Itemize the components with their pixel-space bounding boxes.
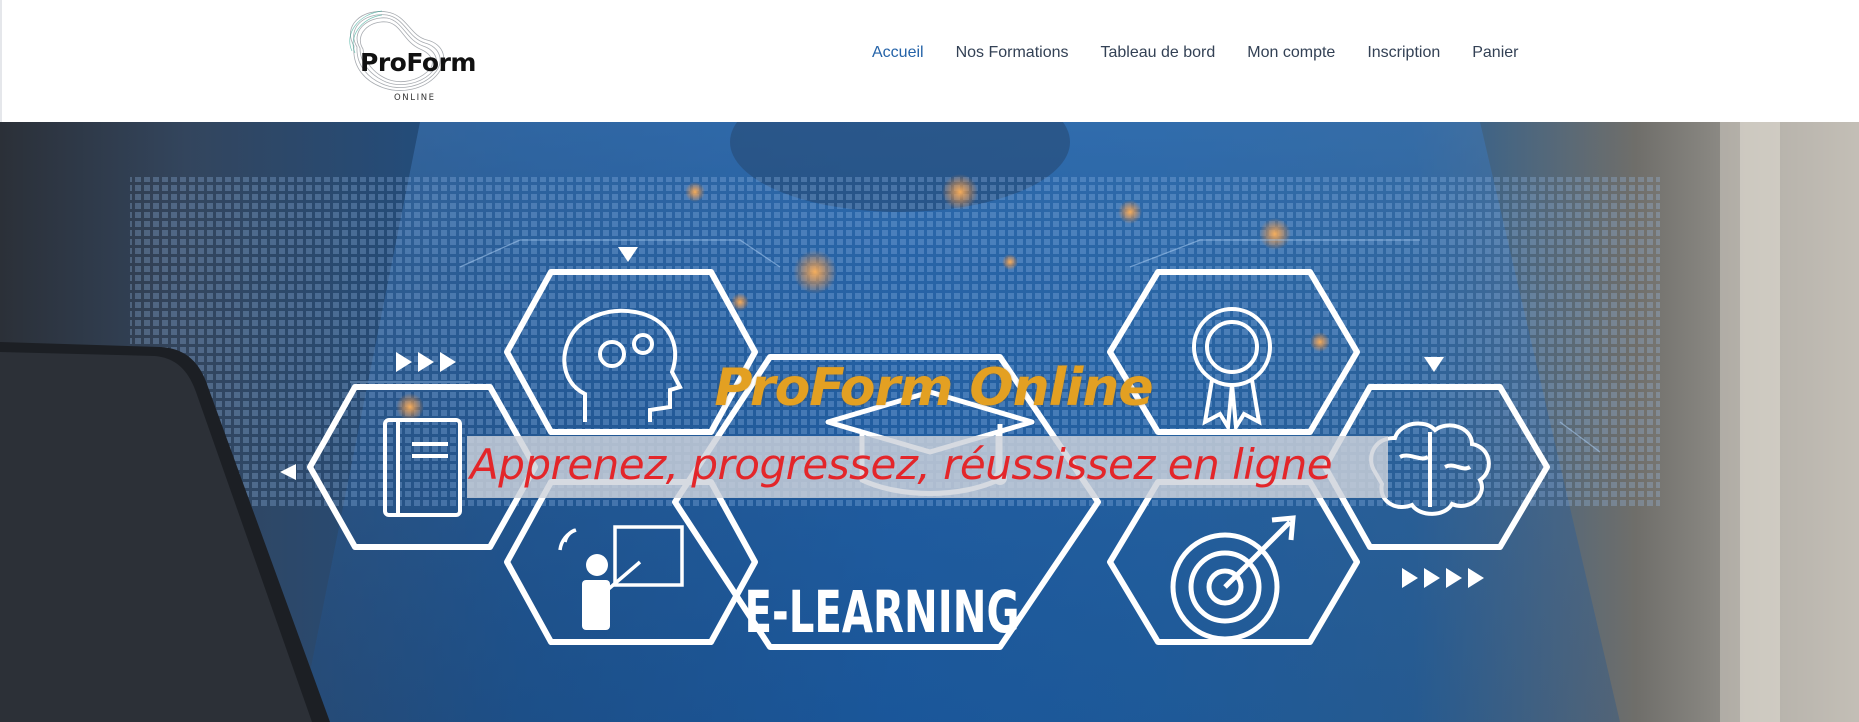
site-header: ProForm ONLINE Accueil Nos Formations Ta… [0,0,1859,122]
nav-item-inscription[interactable]: Inscription [1367,44,1440,62]
hero-title: ProForm Online [714,358,1153,418]
main-nav: Accueil Nos Formations Tableau de bord M… [872,44,1518,62]
nav-item-panier[interactable]: Panier [1472,44,1518,62]
e-learning-label: E-LEARNING [745,578,1020,646]
e-learning-hero-image: E-LEARNING [0,122,1859,722]
logo-wordmark: ProForm [360,48,476,77]
hero-banner: E-LEARNING ProForm Online Apprenez, prog… [0,122,1859,722]
nav-item-tableau-de-bord[interactable]: Tableau de bord [1101,44,1216,62]
nav-item-accueil[interactable]: Accueil [872,44,924,62]
nav-item-formations[interactable]: Nos Formations [956,44,1069,62]
hero-tagline: Apprenez, progressez, réussissez en lign… [470,440,1333,489]
logo-subtitle: ONLINE [394,93,436,103]
nav-item-mon-compte[interactable]: Mon compte [1247,44,1335,62]
proform-logo[interactable]: ProForm ONLINE [332,6,482,106]
